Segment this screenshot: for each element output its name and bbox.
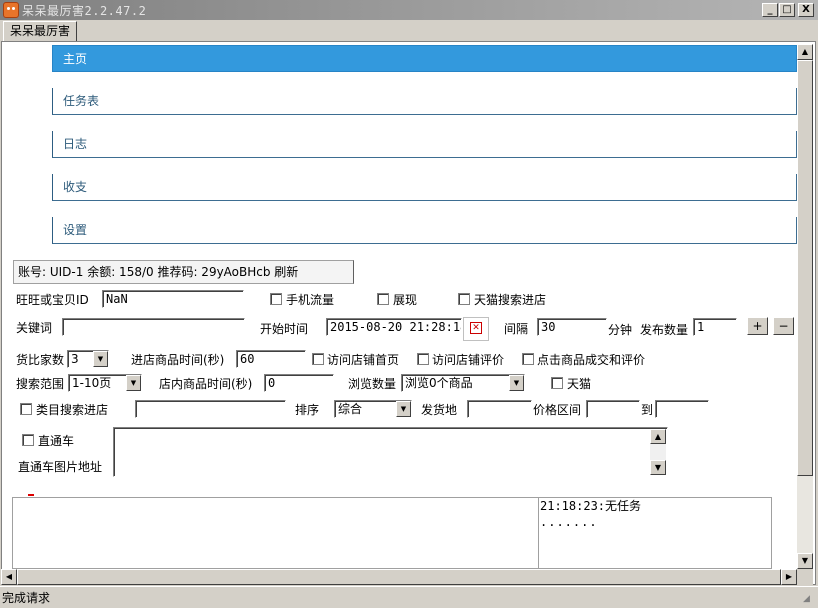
close-button[interactable]: X: [798, 3, 814, 17]
app-window: 呆呆最厉害2.2.47.2 _ □ X 呆呆最厉害 主页 任务表 日志 收支 设…: [0, 0, 818, 608]
status-text: 完成请求: [2, 591, 51, 605]
app-fox-icon: [3, 2, 19, 18]
ztc-label: 直通车: [38, 434, 75, 448]
minimize-button[interactable]: _: [762, 3, 778, 17]
scroll-right-icon[interactable]: ▶: [781, 569, 797, 585]
log-output: 21:18:23:无任务 .......: [538, 497, 772, 569]
clear-x-icon: ✕: [470, 322, 482, 334]
horizontal-scroll-thumb[interactable]: [17, 569, 781, 585]
browse-count-select-value: 浏览0个商品: [405, 376, 473, 390]
compare-select-value: 3: [71, 352, 79, 366]
textarea-scrollbar[interactable]: ▲ ▼: [650, 429, 666, 475]
scroll-up-icon[interactable]: ▲: [797, 44, 813, 60]
click-deal-label: 点击商品成交和评价: [537, 353, 646, 367]
dropdown-arrow-icon: ▼: [93, 351, 108, 367]
ship-from-input[interactable]: [467, 400, 532, 418]
browse-count-select[interactable]: 浏览0个商品 ▼: [401, 374, 525, 392]
in-store-time-input[interactable]: 0: [264, 374, 334, 392]
in-store-time-label: 店内商品时间(秒): [159, 377, 253, 391]
compare-label: 货比家数: [16, 353, 65, 367]
display-checkbox[interactable]: [377, 293, 389, 305]
mobile-traffic-label: 手机流量: [286, 293, 335, 307]
interval-label: 间隔: [504, 322, 529, 336]
tmall-checkbox[interactable]: [551, 377, 563, 389]
nav-item-settings[interactable]: 设置: [52, 217, 797, 244]
increase-button[interactable]: +: [747, 317, 768, 335]
dropdown-arrow-icon: ▼: [509, 375, 524, 391]
enter-time-input[interactable]: 60: [236, 350, 306, 368]
ship-from-label: 发货地: [421, 403, 458, 417]
price-to-input[interactable]: [655, 400, 709, 418]
interval-unit: 分钟: [608, 323, 633, 337]
search-range-select-value: 1-10页: [72, 376, 112, 390]
scroll-corner: [797, 569, 813, 585]
wangwang-input[interactable]: NaN: [102, 290, 244, 308]
window-title: 呆呆最厉害2.2.47.2: [22, 4, 147, 18]
category-input[interactable]: [135, 400, 286, 418]
clear-time-button[interactable]: ✕: [463, 317, 489, 341]
tab-main[interactable]: 呆呆最厉害: [3, 21, 78, 42]
keyword-label: 关键词: [16, 321, 53, 335]
search-range-label: 搜索范围: [16, 377, 65, 391]
visit-review-checkbox[interactable]: [417, 353, 429, 365]
category-search-checkbox[interactable]: [20, 403, 32, 415]
browse-count-label: 浏览数量: [348, 377, 397, 391]
ztc-checkbox[interactable]: [22, 434, 34, 446]
log-line-1: 21:18:23:无任务: [540, 499, 642, 513]
resize-grip-icon[interactable]: ◢: [803, 593, 815, 605]
status-bar: 完成请求 ◢: [0, 586, 818, 608]
click-deal-checkbox[interactable]: [522, 353, 534, 365]
nav-item-home[interactable]: 主页: [52, 45, 797, 72]
maximize-button[interactable]: □: [779, 3, 795, 17]
nav-item-finance[interactable]: 收支: [52, 174, 797, 201]
visit-review-label: 访问店铺评价: [432, 353, 505, 367]
display-label: 展现: [393, 293, 418, 307]
ztc-image-textarea[interactable]: ▲ ▼: [113, 427, 668, 477]
publish-count-label: 发布数量: [640, 323, 689, 337]
enter-time-label: 进店商品时间(秒): [131, 353, 225, 367]
scroll-down-icon[interactable]: ▼: [650, 460, 666, 475]
vertical-scroll-thumb[interactable]: [797, 60, 813, 476]
price-from-input[interactable]: [586, 400, 640, 418]
decrease-button[interactable]: −: [773, 317, 794, 335]
sort-select-value: 综合: [338, 402, 363, 416]
interval-input[interactable]: 30: [537, 318, 607, 336]
red-marker: [28, 494, 34, 496]
compare-select[interactable]: 3 ▼: [67, 350, 109, 368]
search-range-select[interactable]: 1-10页 ▼: [68, 374, 142, 392]
account-info-bar: 账号: UID-1 余额: 158/0 推荐码: 29yAoBHcb 刷新: [13, 260, 354, 284]
tmall-search-checkbox[interactable]: [458, 293, 470, 305]
scroll-up-icon[interactable]: ▲: [650, 429, 666, 444]
dropdown-arrow-icon: ▼: [126, 375, 141, 391]
tmall-search-label: 天猫搜索进店: [474, 293, 547, 307]
ztc-image-label: 直通车图片地址: [18, 460, 103, 474]
category-search-label: 类目搜索进店: [36, 403, 109, 417]
tab-strip: [0, 20, 818, 42]
visit-home-checkbox[interactable]: [312, 353, 324, 365]
scroll-down-icon[interactable]: ▼: [797, 553, 813, 569]
visit-home-label: 访问店铺首页: [327, 353, 400, 367]
start-time-input[interactable]: 2015-08-20 21:28:18: [326, 318, 462, 336]
keyword-input[interactable]: [62, 318, 245, 336]
start-time-label: 开始时间: [260, 322, 309, 336]
wangwang-label: 旺旺或宝贝ID: [16, 293, 89, 307]
tmall-label: 天猫: [567, 377, 592, 391]
nav-panel: 主页 任务表 日志 收支 设置: [12, 44, 798, 258]
mobile-traffic-checkbox[interactable]: [270, 293, 282, 305]
nav-item-log[interactable]: 日志: [52, 131, 797, 158]
dropdown-arrow-icon: ▼: [396, 401, 411, 417]
nav-item-tasks[interactable]: 任务表: [52, 88, 797, 115]
log-line-2: .......: [540, 515, 598, 529]
scroll-left-icon[interactable]: ◀: [1, 569, 17, 585]
title-bar: 呆呆最厉害2.2.47.2 _ □ X: [0, 0, 818, 20]
publish-count-input[interactable]: 1: [693, 318, 737, 336]
price-range-label: 价格区间: [533, 403, 582, 417]
sort-select[interactable]: 综合 ▼: [334, 400, 412, 418]
price-to-label: 到: [641, 403, 654, 417]
sort-label: 排序: [295, 403, 320, 417]
